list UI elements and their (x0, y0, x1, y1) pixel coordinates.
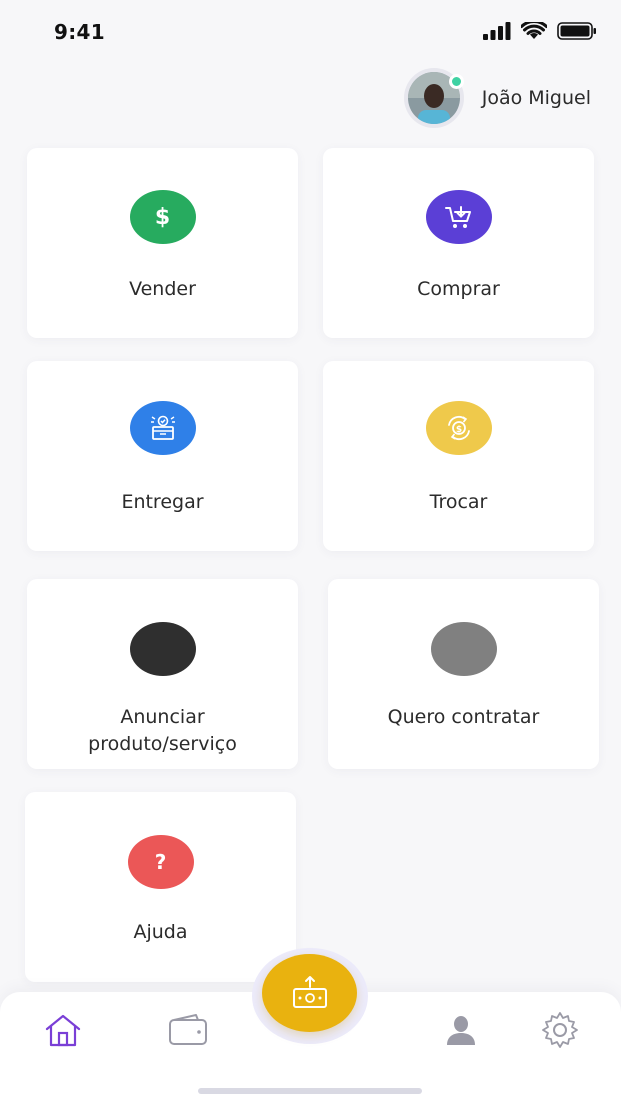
wifi-icon (521, 22, 547, 39)
card-anunciar[interactable]: Anunciar produto/serviço (27, 579, 298, 769)
card-vender[interactable]: $ Vender (27, 148, 298, 338)
avatar-wrapper (407, 72, 464, 124)
card-label: Quero contratar (387, 706, 540, 728)
home-indicator (198, 1088, 422, 1094)
nav-profile[interactable] (439, 1010, 483, 1050)
online-status-dot (448, 74, 464, 89)
status-bar: 9:41 (0, 0, 621, 66)
money-transfer-icon (292, 976, 327, 1008)
user-icon (447, 1016, 475, 1045)
exchange-icon: $ (425, 401, 492, 455)
home-icon (45, 1014, 81, 1047)
user-profile[interactable]: João Miguel (407, 72, 591, 124)
placeholder-circle-icon (129, 622, 196, 676)
battery-icon (557, 22, 596, 40)
profile-name: João Miguel (481, 87, 591, 109)
status-icons (483, 22, 597, 40)
question-icon: ? (127, 835, 194, 889)
wallet-icon (169, 1014, 207, 1045)
settings-icon (542, 1012, 578, 1048)
card-entregar[interactable]: Entregar (27, 361, 298, 551)
card-ajuda[interactable]: ? Ajuda (25, 792, 296, 982)
card-contratar[interactable]: Quero contratar (328, 579, 599, 769)
nav-settings[interactable] (538, 1010, 582, 1050)
card-label: Ajuda (133, 921, 188, 943)
card-label: Comprar (417, 278, 500, 300)
card-label-line1: Anunciar (120, 706, 205, 728)
card-label-line2: produto/serviço (88, 733, 237, 755)
cart-icon (425, 190, 492, 244)
card-label: Trocar (429, 491, 488, 513)
money-transfer-button[interactable] (262, 954, 357, 1032)
nav-wallet[interactable] (166, 1010, 210, 1050)
placeholder-circle-icon (430, 622, 497, 676)
delivery-box-icon (129, 401, 196, 455)
card-label: Entregar (121, 491, 204, 513)
status-time: 9:41 (54, 20, 105, 44)
card-label: Vender (129, 278, 196, 300)
card-comprar[interactable]: Comprar (323, 148, 594, 338)
card-trocar[interactable]: $ Trocar (323, 361, 594, 551)
svg-text:$: $ (455, 425, 461, 435)
dollar-icon: $ (129, 190, 196, 244)
nav-home[interactable] (41, 1010, 85, 1050)
signal-icon (483, 22, 511, 40)
